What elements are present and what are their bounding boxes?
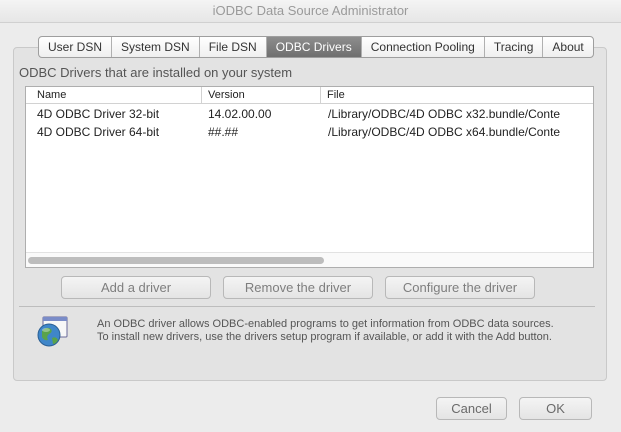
tab-odbc-drivers[interactable]: ODBC Drivers [266,37,362,57]
driver-version-cell: 14.02.00.00 [208,107,272,121]
horizontal-scrollbar[interactable] [26,252,593,267]
cancel-button[interactable]: Cancel [436,397,507,420]
tab-tracing[interactable]: Tracing [485,37,544,57]
ok-button[interactable]: OK [519,397,592,420]
column-header-name[interactable]: Name [37,89,66,101]
table-header: Name Version File [26,87,593,104]
tab-about[interactable]: About [543,37,592,57]
drivers-table: Name Version File 4D ODBC Driver 32-bit … [25,86,594,268]
window-title: iODBC Data Source Administrator [0,0,621,23]
driver-name-cell: 4D ODBC Driver 32-bit [37,107,160,121]
section-heading: ODBC Drivers that are installed on your … [19,65,293,80]
driver-name-cell: 4D ODBC Driver 64-bit [37,125,160,139]
tab-system-dsn[interactable]: System DSN [112,37,200,57]
add-driver-button[interactable]: Add a driver [61,276,211,299]
table-row[interactable]: 4D ODBC Driver 64-bit ##.## /Library/ODB… [26,123,593,141]
tab-user-dsn[interactable]: User DSN [39,37,113,57]
column-header-file[interactable]: File [320,87,345,103]
scrollbar-thumb[interactable] [28,257,324,264]
tab-file-dsn[interactable]: File DSN [200,37,267,57]
driver-version-cell: ##.## [208,125,239,139]
tab-bar: User DSN System DSN File DSN ODBC Driver… [38,36,594,58]
configure-driver-button[interactable]: Configure the driver [385,276,535,299]
separator [19,306,595,307]
table-row[interactable]: 4D ODBC Driver 32-bit 14.02.00.00 /Libra… [26,105,593,123]
tab-connection-pooling[interactable]: Connection Pooling [362,37,485,57]
column-header-version[interactable]: Version [201,87,245,103]
info-description: An ODBC driver allows ODBC-enabled progr… [97,318,554,343]
driver-file-cell: /Library/ODBC/4D ODBC x32.bundle/Conte [328,107,561,121]
globe-window-icon [35,315,69,349]
driver-file-cell: /Library/ODBC/4D ODBC x64.bundle/Conte [328,125,561,139]
remove-driver-button[interactable]: Remove the driver [223,276,373,299]
